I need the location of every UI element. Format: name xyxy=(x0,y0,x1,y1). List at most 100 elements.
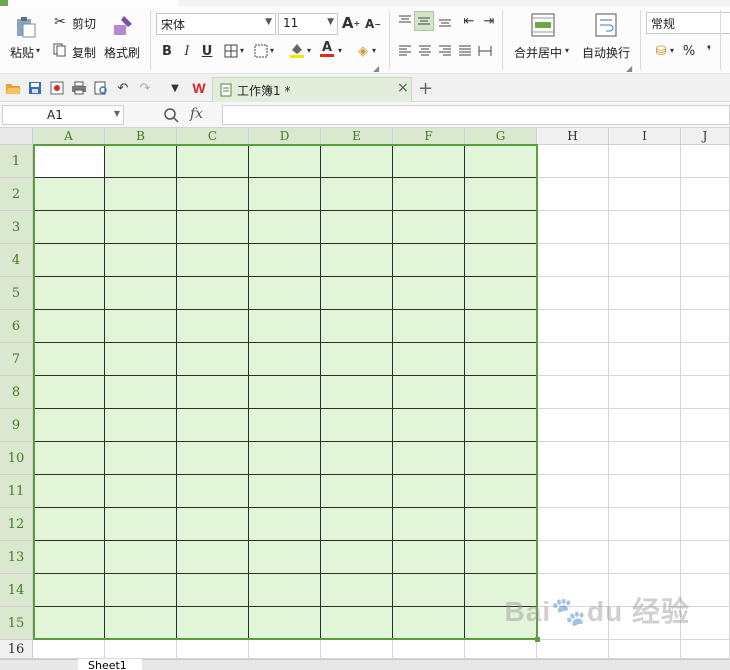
cell-D10[interactable] xyxy=(249,442,321,475)
row-header-10[interactable]: 10 xyxy=(0,442,33,475)
cell-D5[interactable] xyxy=(249,277,321,310)
zoom-search-icon[interactable] xyxy=(162,106,180,124)
cell-F16[interactable] xyxy=(393,640,465,659)
cell-D16[interactable] xyxy=(249,640,321,659)
cell-A16[interactable] xyxy=(33,640,105,659)
cell-I3[interactable] xyxy=(609,211,681,244)
cell-A2[interactable] xyxy=(33,178,105,211)
cell-C6[interactable] xyxy=(177,310,249,343)
grow-font-icon[interactable]: A + xyxy=(342,14,360,32)
wrap-text-icon[interactable] xyxy=(593,12,619,38)
print-icon[interactable] xyxy=(70,79,88,97)
cell-D6[interactable] xyxy=(249,310,321,343)
chevron-down-icon[interactable]: ▾ xyxy=(307,46,311,55)
distributed-align-icon[interactable] xyxy=(476,42,494,60)
cell-H10[interactable] xyxy=(537,442,609,475)
cell-D4[interactable] xyxy=(249,244,321,277)
open-folder-icon[interactable] xyxy=(4,79,22,97)
cell-E14[interactable] xyxy=(321,574,393,607)
cell-H5[interactable] xyxy=(537,277,609,310)
cell-G13[interactable] xyxy=(465,541,537,574)
cell-E15[interactable] xyxy=(321,607,393,640)
cell-J8[interactable] xyxy=(681,376,730,409)
cell-E5[interactable] xyxy=(321,277,393,310)
cell-F15[interactable] xyxy=(393,607,465,640)
row-header-1[interactable]: 1 xyxy=(0,145,33,178)
cell-J3[interactable] xyxy=(681,211,730,244)
cell-D12[interactable] xyxy=(249,508,321,541)
sheet-tab-active[interactable]: Sheet1 xyxy=(78,659,142,670)
cell-I9[interactable] xyxy=(609,409,681,442)
format-painter-label[interactable]: 格式刷 xyxy=(104,44,140,61)
dialog-launcher-icon[interactable]: ◢ xyxy=(626,64,632,73)
cell-G4[interactable] xyxy=(465,244,537,277)
cell-A8[interactable] xyxy=(33,376,105,409)
cell-E3[interactable] xyxy=(321,211,393,244)
cell-C3[interactable] xyxy=(177,211,249,244)
row-header-8[interactable]: 8 xyxy=(0,376,33,409)
cell-H4[interactable] xyxy=(537,244,609,277)
column-header-F[interactable]: F xyxy=(393,128,465,145)
cell-I12[interactable] xyxy=(609,508,681,541)
cell-E10[interactable] xyxy=(321,442,393,475)
bold-button[interactable]: B xyxy=(158,42,176,60)
cell-J4[interactable] xyxy=(681,244,730,277)
select-all-corner[interactable] xyxy=(0,128,33,145)
cell-J6[interactable] xyxy=(681,310,730,343)
cell-D7[interactable] xyxy=(249,343,321,376)
cell-D11[interactable] xyxy=(249,475,321,508)
customize-dropdown-icon[interactable]: ▼ xyxy=(166,79,184,97)
cell-F6[interactable] xyxy=(393,310,465,343)
cell-F3[interactable] xyxy=(393,211,465,244)
cell-G7[interactable] xyxy=(465,343,537,376)
cell-F8[interactable] xyxy=(393,376,465,409)
cut-label[interactable]: 剪切 xyxy=(72,15,96,32)
cell-J7[interactable] xyxy=(681,343,730,376)
cell-C5[interactable] xyxy=(177,277,249,310)
cell-B12[interactable] xyxy=(105,508,177,541)
cell-I1[interactable] xyxy=(609,145,681,178)
cell-I16[interactable] xyxy=(609,640,681,659)
cell-D2[interactable] xyxy=(249,178,321,211)
row-header-9[interactable]: 9 xyxy=(0,409,33,442)
align-right-icon[interactable] xyxy=(436,42,454,60)
cell-E2[interactable] xyxy=(321,178,393,211)
clear-format-icon[interactable]: ◈ xyxy=(354,42,372,60)
cell-J9[interactable] xyxy=(681,409,730,442)
font-name-select[interactable]: 宋体 ▼ xyxy=(156,13,276,35)
cell-I10[interactable] xyxy=(609,442,681,475)
cell-H13[interactable] xyxy=(537,541,609,574)
cell-H6[interactable] xyxy=(537,310,609,343)
align-top-icon[interactable] xyxy=(396,12,414,30)
comma-style-button[interactable]: ❜ xyxy=(700,42,718,60)
cell-F10[interactable] xyxy=(393,442,465,475)
cell-I5[interactable] xyxy=(609,277,681,310)
column-header-J[interactable]: J xyxy=(681,128,730,145)
cell-F9[interactable] xyxy=(393,409,465,442)
cell-C13[interactable] xyxy=(177,541,249,574)
cell-B13[interactable] xyxy=(105,541,177,574)
cell-C4[interactable] xyxy=(177,244,249,277)
font-color-icon[interactable]: A xyxy=(318,40,336,58)
cell-D1[interactable] xyxy=(249,145,321,178)
cell-B5[interactable] xyxy=(105,277,177,310)
chevron-down-icon[interactable]: ▾ xyxy=(338,46,342,55)
cell-B14[interactable] xyxy=(105,574,177,607)
row-header-4[interactable]: 4 xyxy=(0,244,33,277)
cell-H7[interactable] xyxy=(537,343,609,376)
cell-A4[interactable] xyxy=(33,244,105,277)
column-header-A[interactable]: A xyxy=(33,128,105,145)
cell-E1[interactable] xyxy=(321,145,393,178)
cell-E8[interactable] xyxy=(321,376,393,409)
cell-B10[interactable] xyxy=(105,442,177,475)
cell-D8[interactable] xyxy=(249,376,321,409)
cell-I11[interactable] xyxy=(609,475,681,508)
chevron-down-icon[interactable]: ▾ xyxy=(270,46,274,55)
cell-H16[interactable] xyxy=(537,640,609,659)
align-middle-icon[interactable] xyxy=(414,11,434,31)
cell-I4[interactable] xyxy=(609,244,681,277)
cell-C11[interactable] xyxy=(177,475,249,508)
cell-A1[interactable] xyxy=(33,145,105,178)
cell-I13[interactable] xyxy=(609,541,681,574)
close-icon[interactable]: × xyxy=(397,80,409,96)
